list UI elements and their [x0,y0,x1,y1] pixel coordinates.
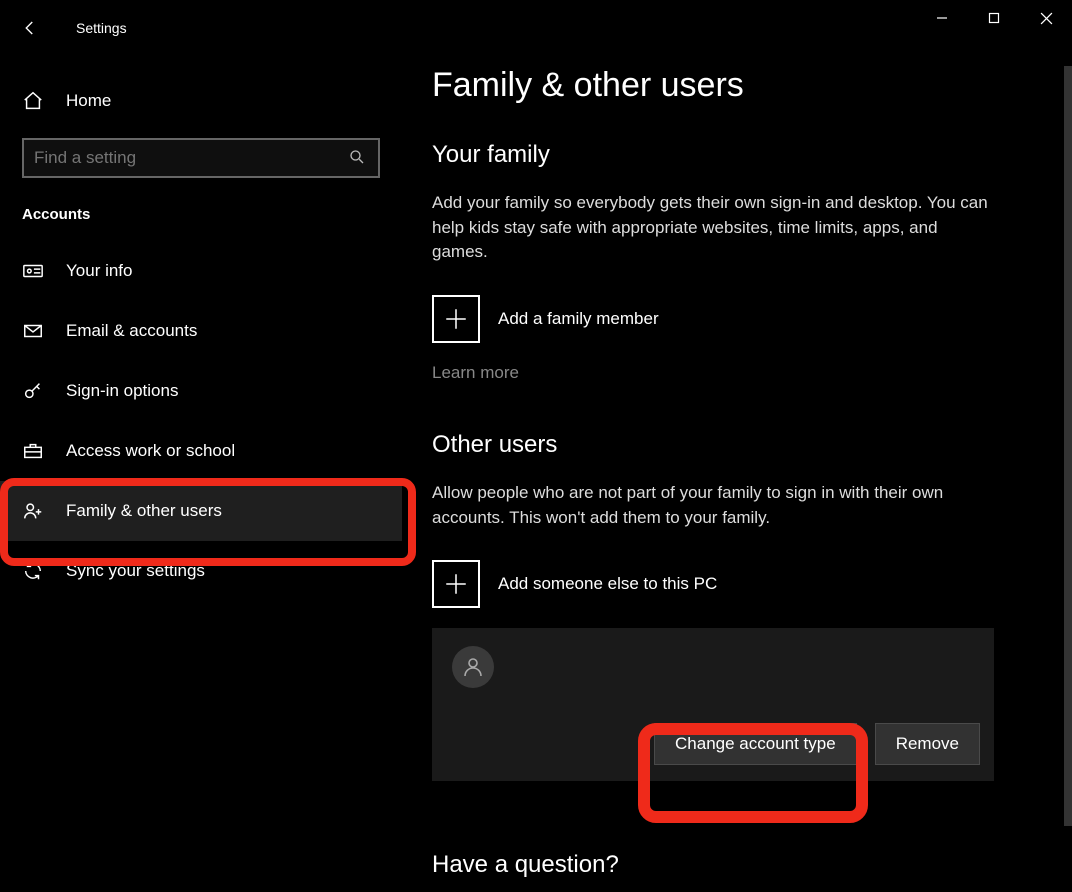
plus-icon [432,295,480,343]
add-other-user[interactable]: Add someone else to this PC [432,560,1042,608]
search-input[interactable] [34,148,348,168]
mail-icon [22,320,44,342]
scrollbar[interactable] [1064,66,1072,826]
people-icon [22,500,44,522]
page-title: Family & other users [432,66,1042,105]
add-family-member[interactable]: Add a family member [432,295,1042,343]
avatar-icon [452,646,494,688]
sidebar-item-email[interactable]: Email & accounts [0,301,402,361]
section-label: Accounts [0,178,402,241]
sidebar-item-label: Sign-in options [66,381,178,401]
home-nav[interactable]: Home [0,76,402,126]
sidebar-item-label: Access work or school [66,441,235,461]
home-label: Home [66,91,111,111]
sidebar: Settings Home Accounts Your info E [0,0,402,892]
remove-button[interactable]: Remove [875,723,980,765]
plus-icon [432,560,480,608]
sidebar-item-label: Email & accounts [66,321,197,341]
window-title: Settings [76,20,127,36]
back-button[interactable] [20,18,40,38]
other-users-heading: Other users [432,431,1042,459]
sidebar-item-sync[interactable]: Sync your settings [0,541,402,601]
add-other-label: Add someone else to this PC [498,574,717,594]
user-card[interactable]: Change account type Remove [432,628,994,781]
maximize-button[interactable] [968,0,1020,36]
sidebar-item-label: Family & other users [66,501,222,521]
sidebar-item-work[interactable]: Access work or school [0,421,402,481]
family-desc: Add your family so everybody gets their … [432,191,992,265]
close-button[interactable] [1020,0,1072,36]
minimize-button[interactable] [916,0,968,36]
sidebar-item-your-info[interactable]: Your info [0,241,402,301]
briefcase-icon [22,440,44,462]
change-account-type-button[interactable]: Change account type [654,723,857,765]
main-panel: Family & other users Your family Add you… [402,0,1072,892]
sidebar-item-label: Sync your settings [66,561,205,581]
home-icon [22,90,44,112]
title-bar-controls [916,0,1072,36]
sidebar-item-family[interactable]: Family & other users [0,481,402,541]
add-family-label: Add a family member [498,309,659,329]
sidebar-item-signin[interactable]: Sign-in options [0,361,402,421]
family-heading: Your family [432,141,1042,169]
search-box[interactable] [22,138,380,178]
question-heading: Have a question? [432,851,1042,879]
key-icon [22,380,44,402]
card-icon [22,260,44,282]
search-icon [348,148,368,168]
other-users-desc: Allow people who are not part of your fa… [432,481,992,530]
learn-more-link[interactable]: Learn more [432,363,519,383]
sidebar-item-label: Your info [66,261,132,281]
sync-icon [22,560,44,582]
